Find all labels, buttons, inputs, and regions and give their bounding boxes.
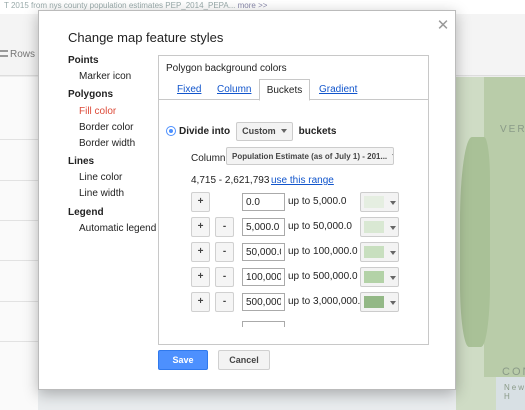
bucket-color-picker[interactable] xyxy=(360,192,399,212)
background-map-bottom xyxy=(38,390,456,410)
nav-item-fill-color[interactable]: Fill color xyxy=(79,106,116,117)
close-icon[interactable]: ✕ xyxy=(435,18,451,34)
nav-heading-lines: Lines xyxy=(68,156,95,167)
tab-gradient[interactable]: Gradient xyxy=(319,81,357,100)
bucket-count-value: Custom xyxy=(242,126,276,136)
bucket-upto-label: up to 100,000.0 xyxy=(288,246,358,257)
chevron-down-icon xyxy=(390,276,396,280)
remove-bucket-button[interactable]: - xyxy=(215,292,234,312)
tab-fixed[interactable]: Fixed xyxy=(177,81,201,100)
add-bucket-button[interactable]: + xyxy=(191,292,210,312)
rows-label: Rows xyxy=(10,49,36,60)
color-swatch xyxy=(364,221,384,233)
table-row xyxy=(0,301,38,302)
use-this-range-link[interactable]: use this range xyxy=(271,175,334,186)
bucket-min-input[interactable] xyxy=(242,268,285,286)
bucket-upto-label: up to 3,000,000.0 xyxy=(288,296,366,307)
add-bucket-button[interactable]: + xyxy=(191,267,210,287)
chevron-down-icon xyxy=(392,154,393,158)
rows-icon xyxy=(0,50,8,57)
background-map[interactable]: VER CONN New H xyxy=(456,77,525,410)
bucket-color-picker[interactable] xyxy=(360,267,399,287)
rows-menu[interactable]: Rows xyxy=(0,49,35,60)
table-row xyxy=(0,341,38,342)
divide-into-radio[interactable] xyxy=(166,126,176,136)
bucket-count-dropdown[interactable]: Custom xyxy=(236,121,293,141)
bucket-upto-label: up to 5,000.0 xyxy=(288,196,347,207)
nav-item-line-color[interactable]: Line color xyxy=(79,172,122,183)
bucket-upto-label: up to 50,000.0 xyxy=(288,221,352,232)
nav-item-border-width[interactable]: Border width xyxy=(79,138,135,149)
nav-item-border-color[interactable]: Border color xyxy=(79,122,133,133)
table-row xyxy=(0,139,38,140)
chevron-down-icon xyxy=(390,251,396,255)
map-label: CONN xyxy=(502,366,525,378)
buckets-label: buckets xyxy=(298,125,337,137)
map-region xyxy=(484,77,525,377)
add-bucket-button[interactable]: + xyxy=(191,192,210,212)
tab-column[interactable]: Column xyxy=(217,81,251,100)
map-label: VER xyxy=(500,124,525,135)
bucket-upto-label: up to 500,000.0 xyxy=(288,271,358,282)
fill-color-panel: Polygon background colors Fixed Column B… xyxy=(158,55,429,345)
bucket-color-picker[interactable] xyxy=(360,217,399,237)
nav-item-line-width[interactable]: Line width xyxy=(79,188,124,199)
table-row xyxy=(0,180,38,181)
chevron-down-icon xyxy=(280,129,287,133)
table-row xyxy=(0,220,38,221)
color-swatch xyxy=(364,246,384,258)
tab-strip: Fixed Column Buckets Gradient xyxy=(159,77,428,101)
map-region xyxy=(460,137,490,347)
panel-title: Polygon background colors xyxy=(166,63,287,74)
column-dropdown[interactable]: Population Estimate (as of July 1) - 201… xyxy=(226,147,394,165)
divide-into-row: Divide into Custom buckets xyxy=(166,121,337,141)
background-table xyxy=(0,77,38,410)
divide-into-label: Divide into xyxy=(179,125,231,137)
bucket-color-picker[interactable] xyxy=(360,292,399,312)
bucket-min-input[interactable] xyxy=(242,193,285,211)
nav-heading-points: Points xyxy=(68,55,99,66)
color-swatch xyxy=(364,296,384,308)
column-value: Population Estimate (as of July 1) - 201… xyxy=(232,151,388,161)
more-link[interactable]: more >> xyxy=(238,1,268,10)
bucket-color-picker[interactable] xyxy=(360,242,399,262)
bucket-min-input-partial[interactable] xyxy=(242,321,285,327)
nav-item-marker-icon[interactable]: Marker icon xyxy=(79,71,131,82)
cancel-button[interactable]: Cancel xyxy=(218,350,270,370)
remove-bucket-button[interactable]: - xyxy=(215,267,234,287)
chevron-down-icon xyxy=(390,226,396,230)
color-swatch xyxy=(364,271,384,283)
dialog-title: Change map feature styles xyxy=(68,30,224,45)
bucket-min-input[interactable] xyxy=(242,218,285,236)
nav-heading-legend: Legend xyxy=(68,207,104,218)
background-title: T 2015 from nys county population estima… xyxy=(4,1,236,10)
chevron-down-icon xyxy=(390,301,396,305)
bucket-min-input[interactable] xyxy=(242,293,285,311)
color-swatch xyxy=(364,196,384,208)
save-button[interactable]: Save xyxy=(158,350,208,370)
data-range-text: 4,715 - 2,621,793 xyxy=(191,175,270,186)
chevron-down-icon xyxy=(390,201,396,205)
table-row xyxy=(0,260,38,261)
nav-heading-polygons: Polygons xyxy=(68,89,114,100)
map-label: New H xyxy=(504,383,525,401)
remove-bucket-button[interactable]: - xyxy=(215,217,234,237)
bucket-min-input[interactable] xyxy=(242,243,285,261)
column-label: Column xyxy=(191,153,226,164)
nav-item-automatic-legend[interactable]: Automatic legend xyxy=(79,223,156,234)
remove-bucket-button[interactable]: - xyxy=(215,242,234,262)
add-bucket-button[interactable]: + xyxy=(191,242,210,262)
change-map-styles-dialog: Change map feature styles ✕ Points Marke… xyxy=(38,10,456,390)
tab-buckets[interactable]: Buckets xyxy=(259,79,310,101)
add-bucket-button[interactable]: + xyxy=(191,217,210,237)
